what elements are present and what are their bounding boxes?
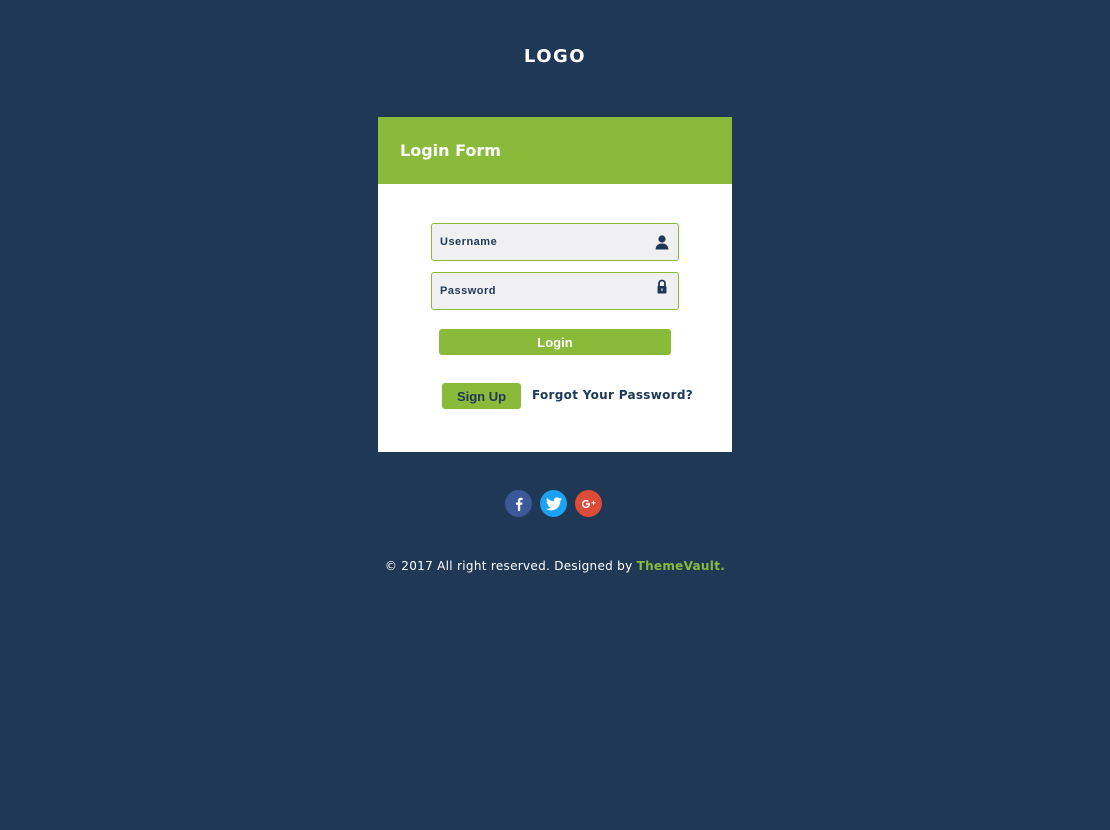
google-plus-link[interactable] [575, 490, 602, 517]
password-input[interactable] [432, 273, 658, 309]
themevault-link[interactable]: ThemeVault. [637, 559, 726, 573]
social-links [505, 490, 602, 517]
user-icon [654, 234, 670, 250]
footer-text: © 2017 All right reserved. Designed by [384, 559, 637, 573]
logo: LOGO [523, 46, 587, 67]
username-input[interactable] [432, 224, 658, 260]
facebook-link[interactable] [505, 490, 532, 517]
facebook-icon [512, 497, 526, 511]
sign-up-button[interactable]: Sign Up [442, 383, 521, 409]
login-form-title: Login Form [400, 141, 501, 160]
login-form-header: Login Form [378, 117, 732, 184]
password-field[interactable] [431, 272, 679, 310]
login-form-card: Login Form Login Sign Up Forgot Your Pas… [378, 117, 732, 452]
login-button[interactable]: Login [439, 329, 671, 355]
lock-icon [654, 279, 670, 295]
forgot-password-link[interactable]: Forgot Your Password? [532, 388, 693, 402]
twitter-link[interactable] [540, 490, 567, 517]
twitter-icon [545, 496, 562, 511]
footer: © 2017 All right reserved. Designed by T… [0, 559, 1110, 573]
google-plus-icon [581, 498, 597, 510]
username-field[interactable] [431, 223, 679, 261]
